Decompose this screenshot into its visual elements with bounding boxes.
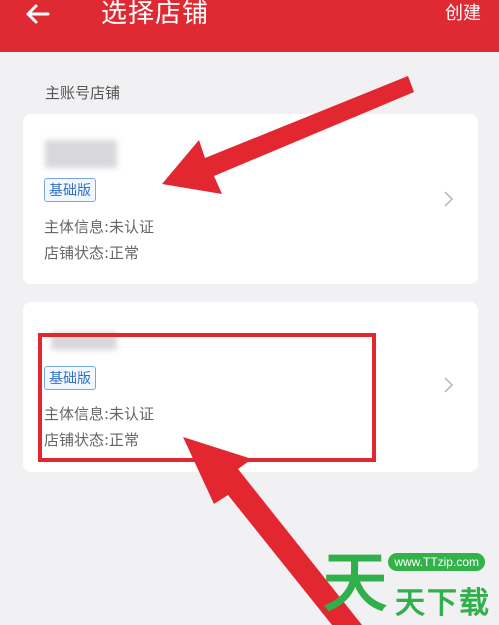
arrow-left-icon[interactable] [24,0,54,30]
watermark-logo: 天 [323,547,387,621]
top-app-bar: 选择店铺 创建 [0,0,499,52]
watermark: 天 www.TTzip.com 天下载 [323,545,499,625]
store-badge: 基础版 [44,178,96,202]
back-button[interactable] [24,0,54,30]
chevron-right-icon [444,377,454,393]
page-title: 选择店铺 [101,0,210,29]
create-button[interactable]: 创建 [445,2,481,26]
store-card-1[interactable]: 基础版 主体信息:未认证 店铺状态:正常 [23,114,478,284]
section-title: 主账号店铺 [45,84,121,102]
highlight-box [38,333,376,462]
store-name-blurred [45,140,117,168]
watermark-text: 天下载 [395,586,491,621]
store-status: 店铺状态:正常 [44,244,140,262]
chevron-right-icon [444,191,454,207]
subject-info: 主体信息:未认证 [44,218,155,236]
watermark-url: www.TTzip.com [388,553,485,571]
